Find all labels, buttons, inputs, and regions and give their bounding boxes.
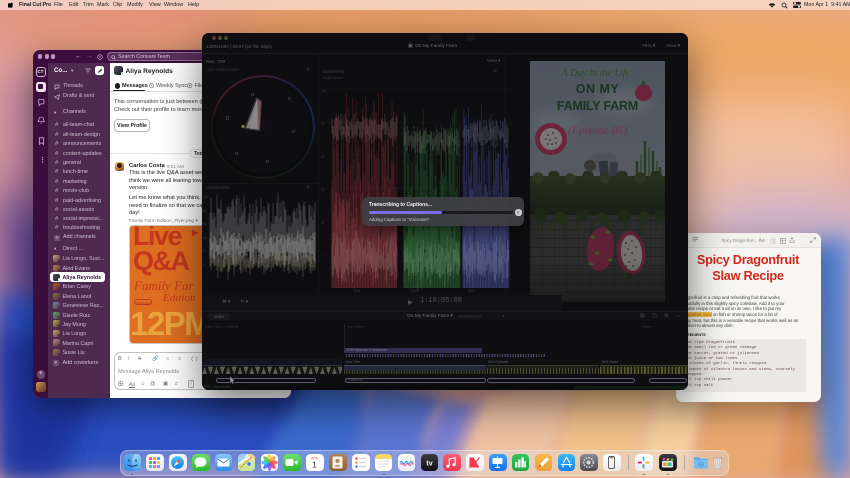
svg-text:1: 1 (313, 459, 318, 469)
svg-text:tv: tv (426, 460, 432, 467)
